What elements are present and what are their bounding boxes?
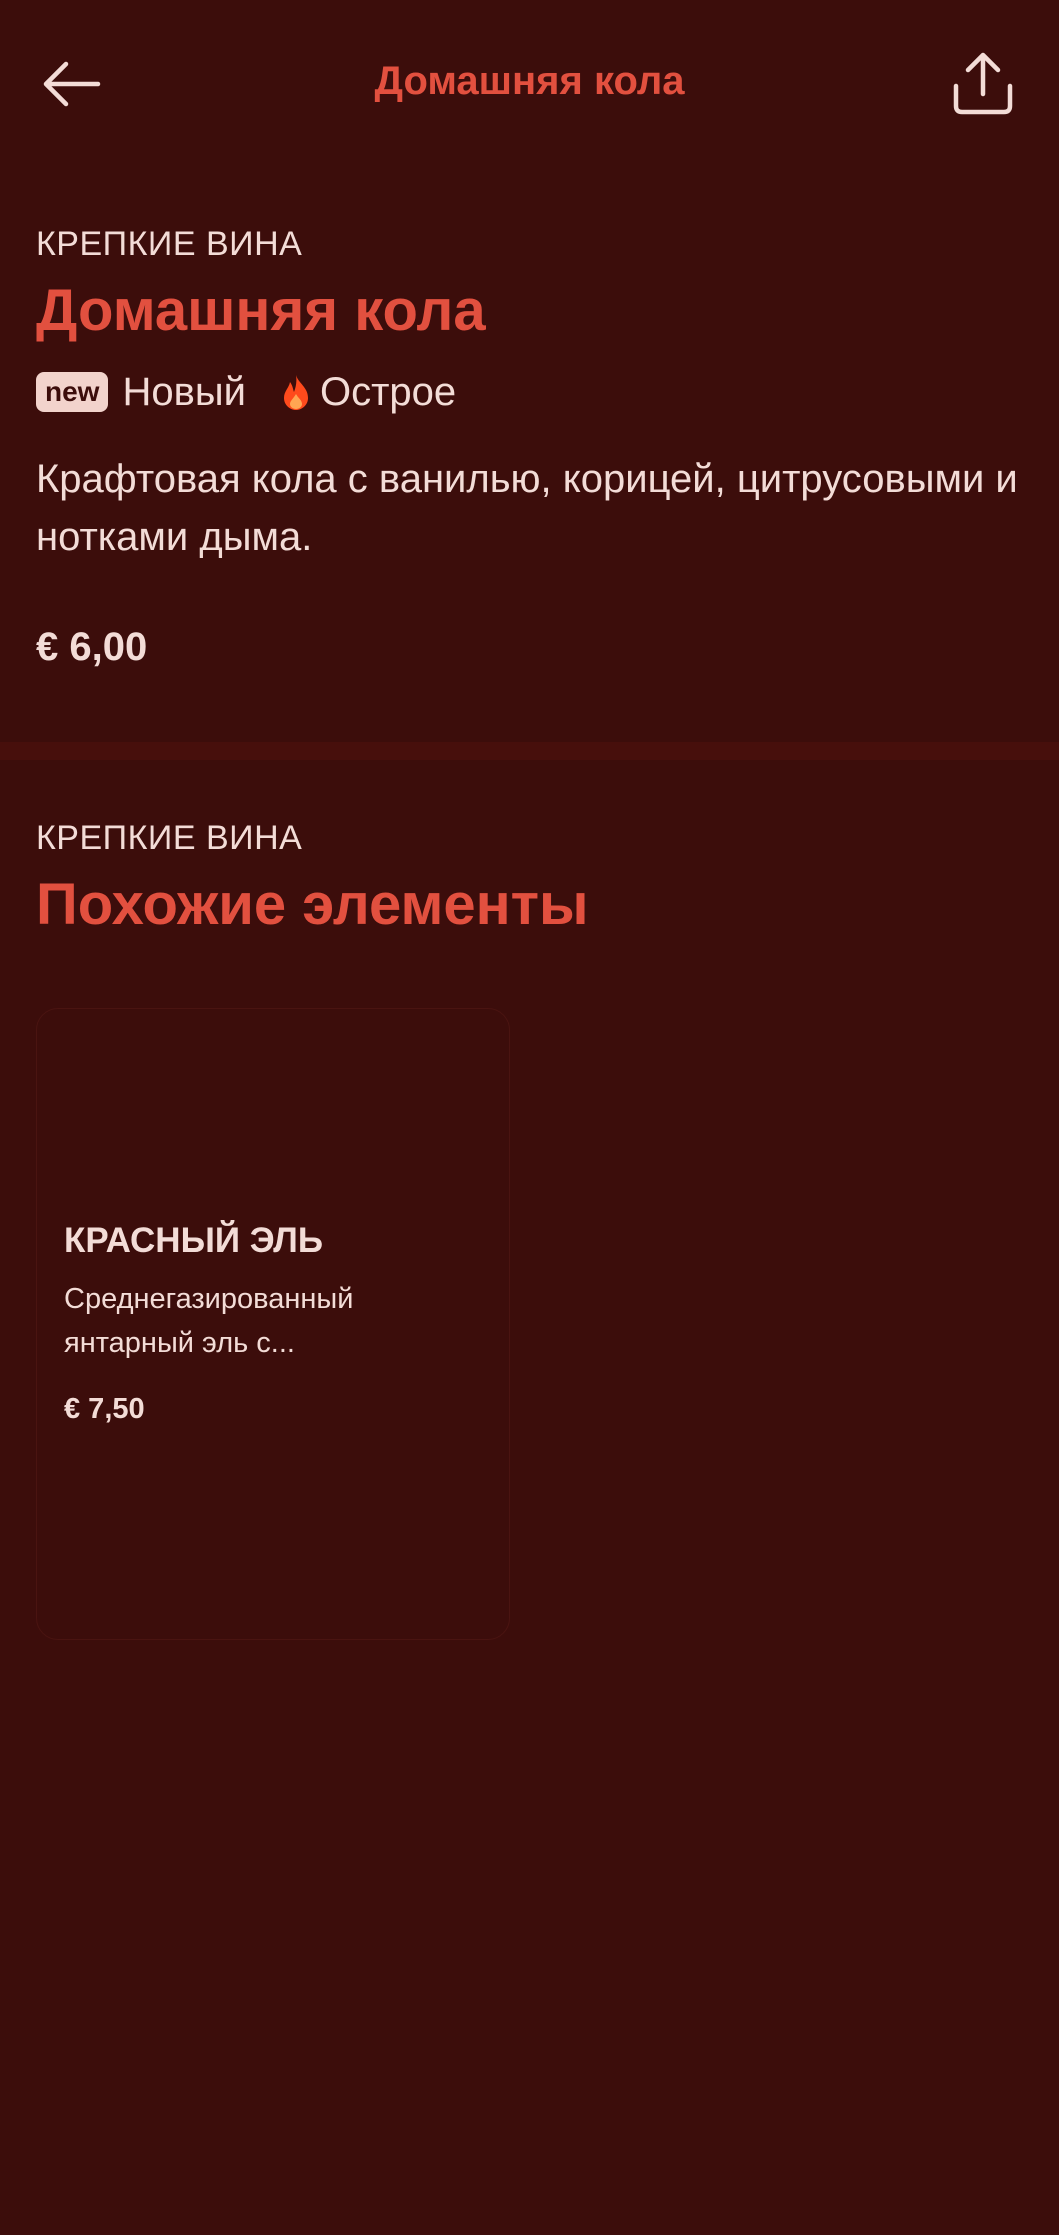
spicy-label: Острое (319, 370, 457, 414)
card-price: € 7,50 (64, 1393, 145, 1425)
similar-title: Похожие элементы (36, 872, 589, 937)
section-divider (0, 742, 1059, 760)
item-category: КРЕПКИЕ ВИНА (36, 225, 303, 263)
flame-icon (283, 375, 308, 410)
spicy-tag: Острое (280, 364, 456, 420)
new-label: Новый (122, 370, 246, 414)
item-tags: new Новый Острое (36, 364, 1026, 420)
item-title: Домашняя кола (36, 278, 486, 343)
top-bar: Домашняя кола (0, 0, 1059, 170)
item-price: € 6,00 (36, 625, 148, 669)
similar-category: КРЕПКИЕ ВИНА (36, 819, 303, 857)
share-icon (953, 52, 1013, 115)
share-button[interactable] (948, 48, 1018, 120)
card-title: КРАСНЫЙ ЭЛЬ (64, 1221, 324, 1260)
similar-section: КРЕПКИЕ ВИНА Похожие элементы (36, 814, 1026, 942)
item-detail: КРЕПКИЕ ВИНА Домашняя кола new Новый Ост… (36, 220, 1026, 672)
item-description: Крафтовая кола с ванилью, корицей, цитру… (36, 457, 1018, 559)
card-description: Среднегазированный янтарный эль с... (64, 1283, 354, 1359)
new-badge: new (36, 372, 109, 412)
header-title: Домашняя кола (374, 59, 685, 103)
similar-item-card[interactable]: КРАСНЫЙ ЭЛЬ Среднегазированный янтарный … (36, 1008, 510, 1640)
